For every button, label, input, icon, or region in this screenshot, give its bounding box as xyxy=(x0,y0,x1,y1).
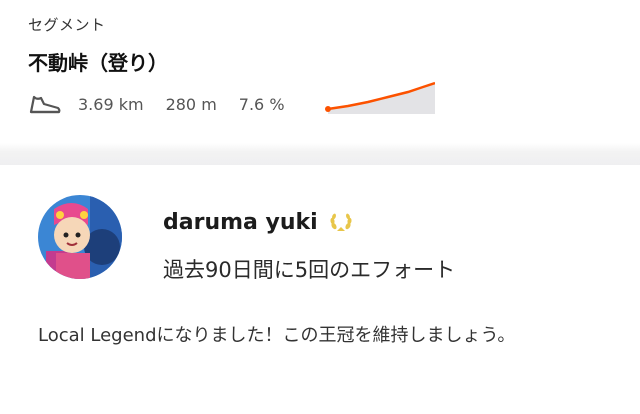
elevation-profile xyxy=(325,81,435,114)
athlete-name-row[interactable]: daruma yuki xyxy=(163,210,354,235)
effort-count: 過去90日間に5回のエフォート xyxy=(163,258,456,282)
athlete-avatar[interactable] xyxy=(38,195,122,279)
segment-distance: 3.69 km xyxy=(78,94,144,114)
shoe-icon xyxy=(28,91,62,117)
section-divider xyxy=(0,143,640,165)
segment-grade: 7.6 % xyxy=(238,94,285,114)
section-label: セグメント xyxy=(28,16,106,34)
athlete-name[interactable]: daruma yuki xyxy=(163,210,318,235)
segment-card[interactable]: セグメント 不動峠（登り） 3.69 km 280 m 7.6 % xyxy=(0,0,640,143)
local-legend-message: Local Legendになりました！この王冠を維持しましょう。 xyxy=(38,325,516,346)
segment-stats: 3.69 km 280 m 7.6 % xyxy=(28,88,285,120)
segment-title[interactable]: 不動峠（登り） xyxy=(28,47,168,76)
segment-elevation: 280 m xyxy=(165,94,217,114)
laurel-icon xyxy=(328,212,354,234)
